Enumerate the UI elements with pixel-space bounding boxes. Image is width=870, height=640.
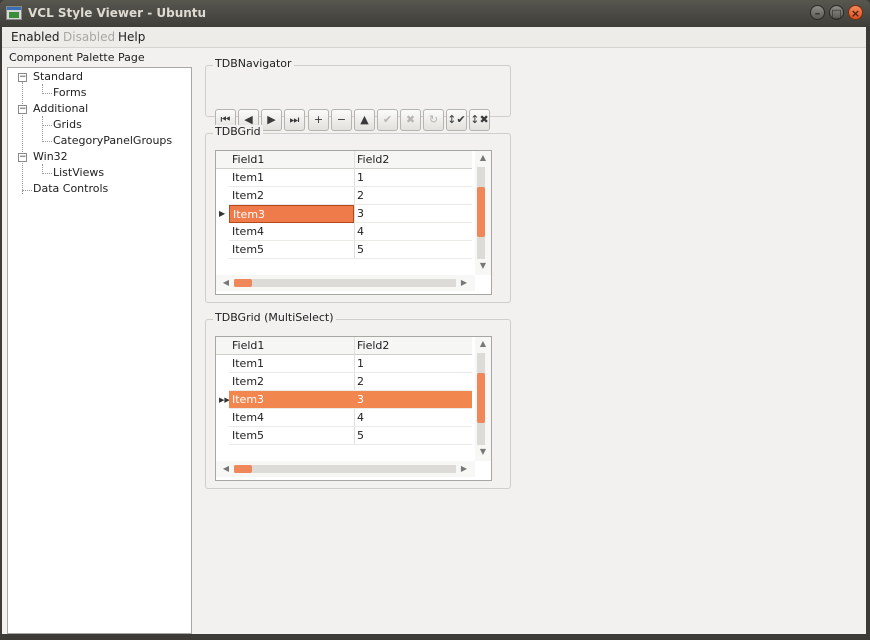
grid-cell[interactable]: 2 xyxy=(354,187,472,205)
grid-horizontal-scrollbar[interactable]: ◀ ▶ xyxy=(216,275,475,291)
post-record-button[interactable]: ✔ xyxy=(377,109,398,131)
window-title: VCL Style Viewer - Ubuntu xyxy=(28,6,207,20)
scroll-track[interactable] xyxy=(234,465,456,473)
delete-record-button[interactable]: − xyxy=(331,109,352,131)
menu-help[interactable]: Help xyxy=(118,30,145,44)
client-area: Enabled Disabled Help Component Palette … xyxy=(2,27,866,634)
grid-cell[interactable]: 3 xyxy=(354,391,472,409)
navigator-group-title: TDBNavigator xyxy=(213,57,294,70)
db-grid-multiselect[interactable]: Field1 Field2 Item1 1 Item2 2 ▶▶ Item3 3 Item4 4 It… xyxy=(215,336,492,481)
app-window: VCL Style Viewer - Ubuntu – □ × Enabled … xyxy=(0,0,870,640)
title-bar[interactable]: VCL Style Viewer - Ubuntu – □ × xyxy=(0,0,870,27)
collapse-win32-icon[interactable]: − xyxy=(18,153,27,162)
refresh-icon: ↻ xyxy=(428,113,439,126)
menu-disabled: Disabled xyxy=(63,30,116,44)
scroll-left-icon[interactable]: ◀ xyxy=(218,278,234,287)
scroll-track[interactable] xyxy=(234,279,456,287)
grid-cell[interactable]: 1 xyxy=(354,169,472,187)
menu-enabled[interactable]: Enabled xyxy=(11,30,60,44)
multiselect-grid-group-title: TDBGrid (MultiSelect) xyxy=(213,311,336,324)
grid-cell[interactable]: Item3 xyxy=(229,205,354,223)
app-icon xyxy=(6,6,22,20)
close-button[interactable]: × xyxy=(848,5,863,20)
grid-cell[interactable]: 4 xyxy=(354,409,472,427)
grid-cell[interactable]: Item2 xyxy=(229,187,354,205)
scroll-right-icon[interactable]: ▶ xyxy=(456,464,472,473)
insert-record-icon: + xyxy=(313,113,324,126)
grid-indicator-header xyxy=(216,151,229,169)
tree-caption: Component Palette Page xyxy=(9,51,145,64)
grid-cell[interactable]: 4 xyxy=(354,223,472,241)
scroll-left-icon[interactable]: ◀ xyxy=(218,464,234,473)
refresh-button[interactable]: ↻ xyxy=(423,109,444,131)
apply-updates-icon: ↕✔ xyxy=(447,113,466,126)
tree-node-grids[interactable]: Grids xyxy=(53,118,82,131)
grid-cell[interactable]: Item3 xyxy=(229,391,354,409)
menu-bar: Enabled Disabled Help xyxy=(2,27,866,48)
collapse-additional-icon[interactable]: − xyxy=(18,105,27,114)
grid-cell[interactable]: Item4 xyxy=(229,223,354,241)
post-record-icon: ✔ xyxy=(382,113,393,126)
grid-vertical-scrollbar[interactable]: ▲ ▼ xyxy=(475,337,491,461)
grid-horizontal-scrollbar[interactable]: ◀ ▶ xyxy=(216,461,475,477)
grid-cell[interactable]: Item1 xyxy=(229,355,354,373)
scroll-up-icon[interactable]: ▲ xyxy=(475,339,491,348)
grid-column-header[interactable]: Field2 xyxy=(354,337,472,355)
apply-updates-button[interactable]: ↕✔ xyxy=(446,109,467,131)
scroll-right-icon[interactable]: ▶ xyxy=(456,278,472,287)
grid-cell[interactable]: Item5 xyxy=(229,427,354,445)
grid-cell[interactable]: Item5 xyxy=(229,241,354,259)
edit-record-button[interactable]: ▲ xyxy=(354,109,375,131)
last-record-button[interactable]: ⏭ xyxy=(284,109,305,131)
next-record-icon: ▶ xyxy=(267,113,276,126)
grid-indicator-header xyxy=(216,337,229,355)
last-record-icon: ⏭ xyxy=(289,113,300,126)
grid-cell[interactable]: 5 xyxy=(354,427,472,445)
tree-node-standard[interactable]: Standard xyxy=(33,70,83,83)
scroll-down-icon[interactable]: ▼ xyxy=(475,447,491,456)
grid-cell[interactable]: Item4 xyxy=(229,409,354,427)
grid-cell[interactable]: Item2 xyxy=(229,373,354,391)
scroll-thumb[interactable] xyxy=(477,187,485,237)
cancel-record-icon: ✖ xyxy=(405,113,416,126)
tree-node-data-controls[interactable]: Data Controls xyxy=(33,182,108,195)
grid-cell[interactable]: 2 xyxy=(354,373,472,391)
scroll-down-icon[interactable]: ▼ xyxy=(475,261,491,270)
maximize-button[interactable]: □ xyxy=(829,5,844,20)
edit-record-icon: ▲ xyxy=(360,113,369,126)
grid-cell[interactable]: Item1 xyxy=(229,169,354,187)
grid-column-header[interactable]: Field2 xyxy=(354,151,472,169)
cancel-updates-button[interactable]: ↕✖ xyxy=(469,109,490,131)
grid-vertical-scrollbar[interactable]: ▲ ▼ xyxy=(475,151,491,275)
grid-column-header[interactable]: Field1 xyxy=(229,337,354,355)
scroll-up-icon[interactable]: ▲ xyxy=(475,153,491,162)
scroll-thumb[interactable] xyxy=(234,279,252,287)
tree-node-listviews[interactable]: ListViews xyxy=(53,166,104,179)
insert-record-button[interactable]: + xyxy=(308,109,329,131)
cancel-record-button[interactable]: ✖ xyxy=(400,109,421,131)
cancel-updates-icon: ↕✖ xyxy=(470,113,489,126)
tree-node-additional[interactable]: Additional xyxy=(33,102,88,115)
tree-node-categorypanelgroups[interactable]: CategoryPanelGroups xyxy=(53,134,172,147)
tree-node-win32[interactable]: Win32 xyxy=(33,150,68,163)
tree-node-forms[interactable]: Forms xyxy=(53,86,86,99)
grid-cell[interactable]: 1 xyxy=(354,355,472,373)
next-record-button[interactable]: ▶ xyxy=(261,109,282,131)
grid-cell[interactable]: 3 xyxy=(354,205,472,223)
db-grid[interactable]: Field1 Field2 Item1 1 Item2 2 ▶ Item3 3 Item4 4 Ite… xyxy=(215,150,492,295)
collapse-standard-icon[interactable]: − xyxy=(18,73,27,82)
scroll-thumb[interactable] xyxy=(234,465,252,473)
delete-record-icon: − xyxy=(336,113,347,126)
grid-group-title: TDBGrid xyxy=(213,125,263,138)
scroll-thumb[interactable] xyxy=(477,373,485,423)
grid-cell[interactable]: 5 xyxy=(354,241,472,259)
minimize-button[interactable]: – xyxy=(810,5,825,20)
grid-column-header[interactable]: Field1 xyxy=(229,151,354,169)
component-palette-tree[interactable]: − Standard Forms − Additional Grids Cate… xyxy=(7,67,192,634)
